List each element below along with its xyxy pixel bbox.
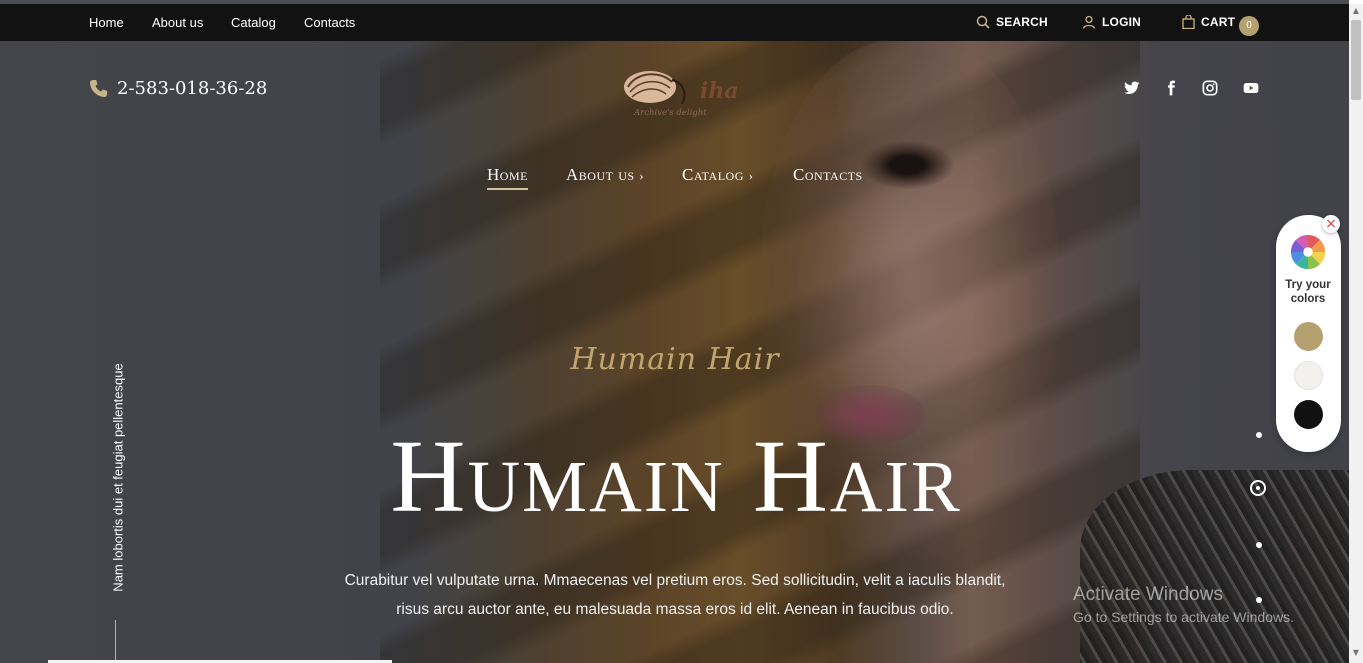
search-icon: [976, 15, 990, 29]
slider-dot-3[interactable]: [1256, 542, 1262, 548]
vertical-tagline: Nam lobortis dui et feugiat pellentesque: [110, 363, 126, 592]
shopping-bag-icon: [1182, 14, 1195, 30]
logo-tagline: Archive's delight: [634, 108, 707, 118]
topbar-link-catalog[interactable]: Catalog: [231, 15, 276, 30]
chevron-right-icon: ›: [748, 168, 754, 183]
color-wheel-icon[interactable]: [1289, 233, 1327, 271]
nav-catalog[interactable]: Catalog ›: [682, 165, 753, 185]
cart-label: CART: [1201, 15, 1236, 29]
activate-windows-title: Activate Windows: [1073, 584, 1223, 605]
twitter-icon[interactable]: [1124, 80, 1140, 96]
color-swatch-white[interactable]: [1294, 361, 1323, 390]
topbar-link-about[interactable]: About us: [152, 15, 203, 30]
slider-dot-4[interactable]: [1256, 597, 1262, 603]
color-swatch-black[interactable]: [1294, 400, 1323, 429]
slider-dot-2-active[interactable]: [1250, 480, 1266, 496]
top-bar: Home About us Catalog Contacts SEARCH LO…: [0, 4, 1349, 41]
login-button[interactable]: LOGIN: [1082, 15, 1141, 29]
activate-windows-subtitle: Go to Settings to activate Windows.: [1073, 609, 1294, 625]
hero-description-line-2: risus arcu auctor ante, eu malesuada mas…: [396, 601, 954, 618]
slider-dot-1[interactable]: [1256, 432, 1262, 438]
hero-description: Curabitur vel vulputate urna. Mmaecenas …: [300, 566, 1050, 624]
hero-script-title: Humain Hair: [570, 342, 780, 377]
vertical-scrollbar[interactable]: [1349, 4, 1363, 663]
nav-about-label: About us: [566, 165, 635, 184]
scroll-down-arrow-icon[interactable]: ▼: [1351, 648, 1361, 658]
phone-icon: [89, 79, 108, 98]
search-button[interactable]: SEARCH: [976, 15, 1048, 29]
topbar-link-home[interactable]: Home: [89, 15, 124, 30]
phone-number: 2-583-018-36-28: [117, 78, 268, 99]
hero-title: Humain Hair: [390, 419, 962, 534]
scroll-up-arrow-icon[interactable]: ▲: [1351, 6, 1361, 16]
cart-count-badge: 0: [1239, 16, 1259, 36]
hero-description-line-1: Curabitur vel vulputate urna. Mmaecenas …: [344, 572, 1006, 589]
nav-about[interactable]: About us ›: [566, 165, 644, 185]
close-icon[interactable]: ×: [1322, 215, 1340, 233]
logo-wordmark: iha: [700, 78, 739, 104]
nav-catalog-label: Catalog: [682, 165, 744, 184]
page-viewport: Home About us Catalog Contacts SEARCH LO…: [0, 0, 1349, 663]
instagram-icon[interactable]: [1202, 80, 1218, 96]
chevron-right-icon: ›: [639, 168, 645, 183]
nav-active-underline: [487, 188, 528, 190]
topbar-link-contacts[interactable]: Contacts: [304, 15, 355, 30]
vertical-accent-line: [115, 620, 116, 663]
cart-button[interactable]: CART: [1182, 14, 1236, 30]
search-label: SEARCH: [996, 15, 1048, 29]
scrollbar-thumb[interactable]: [1351, 20, 1361, 100]
facebook-icon[interactable]: [1163, 80, 1179, 96]
color-swatch-gold[interactable]: [1294, 322, 1323, 351]
login-label: LOGIN: [1102, 15, 1141, 29]
youtube-icon[interactable]: [1243, 80, 1259, 96]
user-icon: [1082, 15, 1096, 29]
color-panel-label: Try your colors: [1285, 279, 1331, 305]
nav-contacts[interactable]: Contacts: [793, 165, 863, 185]
site-logo[interactable]: iha Archive's delight: [620, 62, 760, 122]
nav-home[interactable]: Home: [487, 165, 528, 185]
